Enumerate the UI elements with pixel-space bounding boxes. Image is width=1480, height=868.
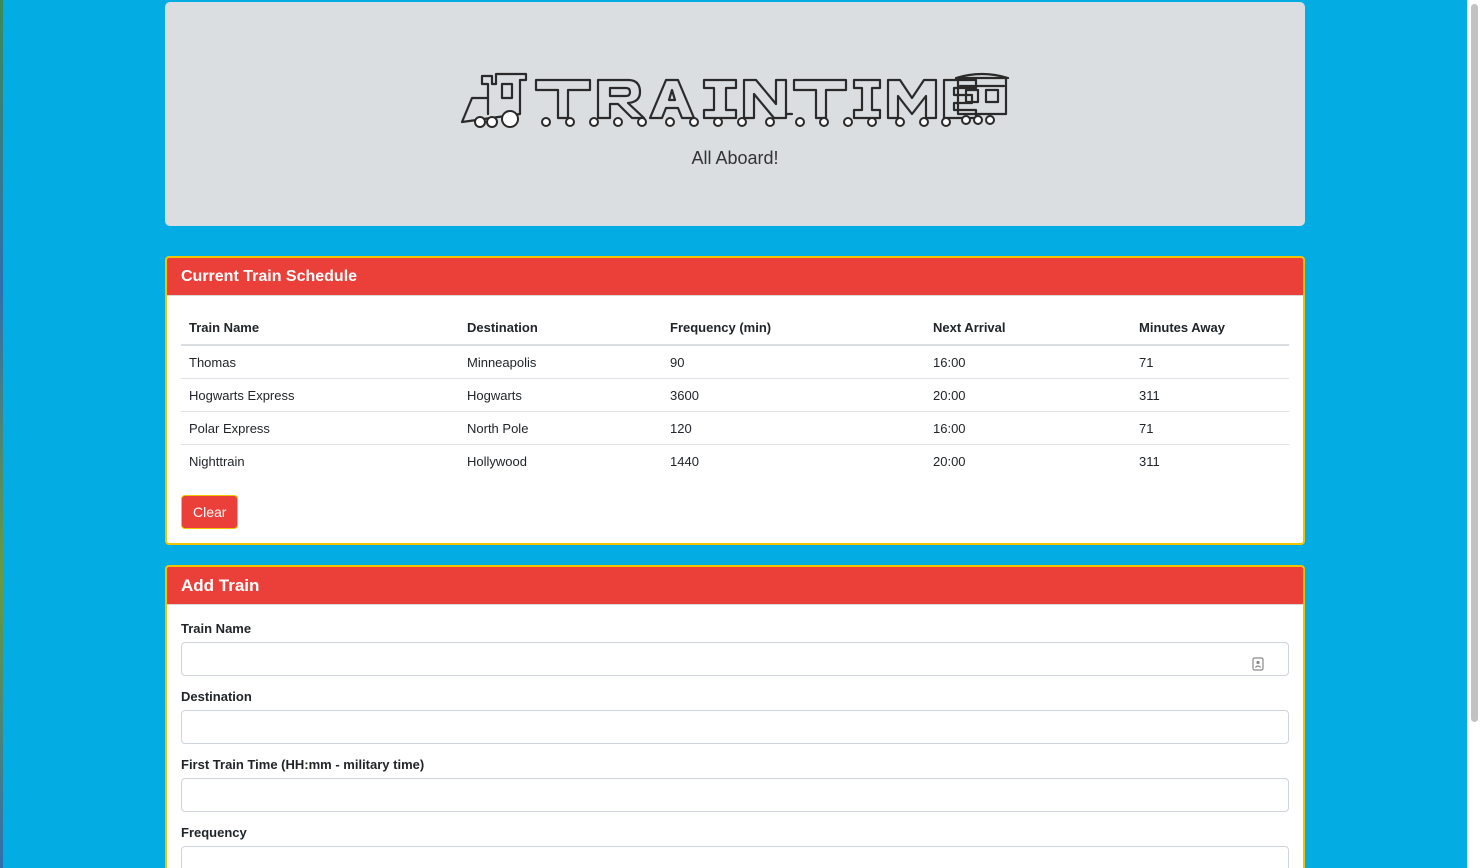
destination-input[interactable] [181,710,1289,744]
add-train-form: Train Name Destination First Train Time … [167,605,1303,868]
cell-minutes-away: 71 [1131,411,1289,445]
cell-next-arrival: 16:00 [925,345,1131,379]
cell-minutes-away: 311 [1131,378,1289,412]
cell-train-name: Nighttrain [189,454,245,469]
train-time-logo [460,70,1010,135]
schedule-table: Train Name Destination Frequency (min) N… [181,310,1289,477]
frequency-input[interactable] [181,846,1289,868]
cell-train-name: Thomas [181,345,459,379]
train-logo-icon [460,72,1010,128]
clear-button[interactable]: Clear [181,495,239,529]
column-header-destination: Destination [459,310,662,346]
cell-train-name: Polar Express [181,411,459,445]
add-train-card-title: Add Train [167,567,1303,605]
contact-card-icon[interactable] [1252,657,1264,671]
cell-destination: North Pole [459,411,662,445]
tagline: All Aboard! [691,148,779,168]
first-train-time-input[interactable] [181,778,1289,812]
cell-destination: Hollywood [467,454,527,469]
table-row: Thomas Minneapolis 90 16:00 71 [181,345,1289,379]
jumbotron: All Aboard! [165,2,1305,226]
column-header-minutes-away: Minutes Away [1131,310,1289,346]
main-container: All Aboard! Current Train Schedule Train… [165,2,1305,868]
cell-destination: Hogwarts [459,378,662,412]
page: All Aboard! Current Train Schedule Train… [0,0,1480,868]
window-edge [0,0,3,868]
column-header-next-arrival: Next Arrival [925,310,1131,346]
cell-train-name: Hogwarts Express [181,378,459,412]
schedule-card-body: Train Name Destination Frequency (min) N… [167,296,1303,543]
table-row: Nighttrain Hollywood 1440 20:00 311 [181,445,1289,478]
cell-frequency: 1440 [670,454,699,469]
cell-next-arrival: 20:00 [933,454,966,469]
cell-frequency: 90 [662,345,925,379]
cell-frequency: 120 [662,411,925,445]
form-group-destination: Destination [181,689,1289,744]
first-train-time-label: First Train Time (HH:mm - military time) [181,757,425,772]
schedule-card-title: Current Train Schedule [167,258,1303,296]
column-header-frequency: Frequency (min) [662,310,925,346]
form-group-first-train-time: First Train Time (HH:mm - military time) [181,757,1289,812]
table-header-row: Train Name Destination Frequency (min) N… [181,310,1289,346]
frequency-label: Frequency [181,825,247,840]
add-train-card: Add Train Train Name Destination First T… [165,565,1305,868]
cell-destination: Minneapolis [459,345,662,379]
destination-label: Destination [181,689,252,704]
scrollbar-thumb[interactable] [1471,4,1478,722]
column-header-train-name: Train Name [181,310,459,346]
train-name-label: Train Name [181,621,252,636]
train-name-input[interactable] [181,642,1289,676]
form-group-train-name: Train Name [181,621,1289,676]
cell-minutes-away: 71 [1131,345,1289,379]
schedule-card: Current Train Schedule Train Name Destin… [165,256,1305,545]
table-row: Polar Express North Pole 120 16:00 71 [181,411,1289,445]
form-group-frequency: Frequency [181,825,1289,868]
scrollbar[interactable] [1467,0,1480,868]
cell-minutes-away: 311 [1139,454,1160,469]
cell-next-arrival: 16:00 [925,411,1131,445]
table-row: Hogwarts Express Hogwarts 3600 20:00 311 [181,378,1289,412]
cell-frequency: 3600 [662,378,925,412]
cell-next-arrival: 20:00 [925,378,1131,412]
